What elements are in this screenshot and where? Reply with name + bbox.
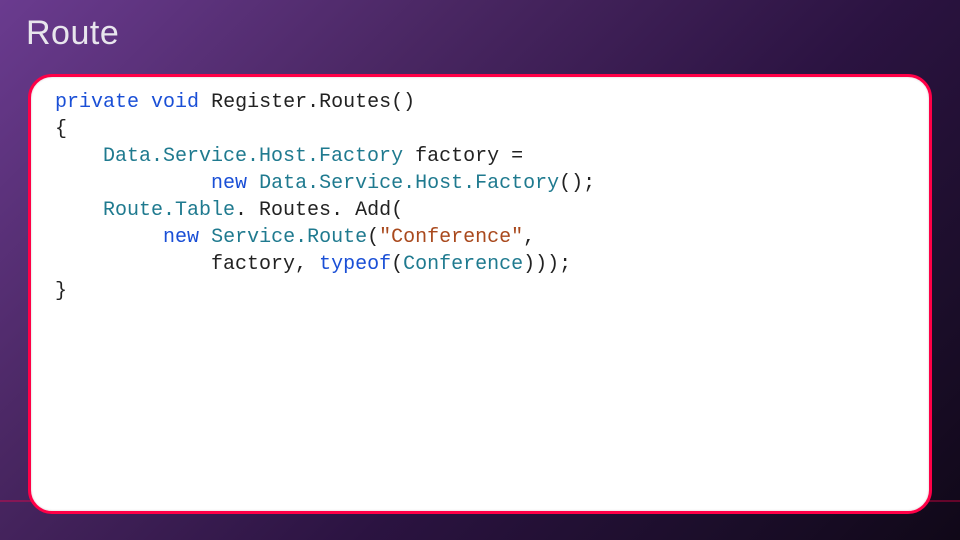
paren: ( [367,226,379,249]
brace-open: { [55,118,67,141]
comma: , [523,226,535,249]
type-conference: Conference [403,253,523,276]
code-text: factory, [211,253,319,276]
slide-title: Route [0,0,960,53]
code-text: factory = [403,145,523,168]
keyword-new: new [163,226,199,249]
code-panel: private void Register.Routes() { Data.Se… [28,74,932,514]
keyword-typeof: typeof [319,253,391,276]
keyword-void: void [151,91,199,114]
code-text: (); [559,172,595,195]
keyword-private: private [55,91,139,114]
paren: ( [391,253,403,276]
brace-close: } [55,280,67,303]
paren-close: ))); [523,253,571,276]
string-literal: "Conference" [379,226,523,249]
type-factory-new: Data.Service.Host.Factory [259,172,559,195]
slide: Route private void Register.Routes() { D… [0,0,960,540]
type-serviceroute: Service.Route [211,226,367,249]
code-block: private void Register.Routes() { Data.Se… [55,89,905,305]
type-routetable: Route.Table [103,199,235,222]
code-text: . Routes. Add( [235,199,403,222]
method-name: Register.Routes() [211,91,415,114]
type-factory-decl: Data.Service.Host.Factory [103,145,403,168]
keyword-new: new [211,172,247,195]
